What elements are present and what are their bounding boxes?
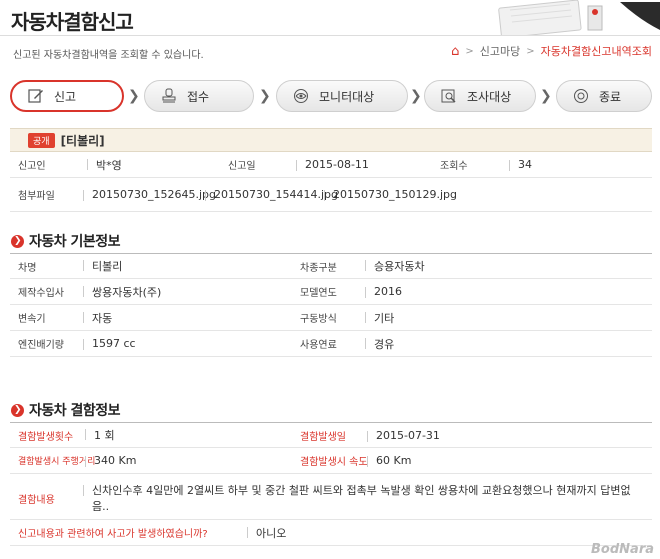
step-monitor[interactable]: 모니터대상 <box>276 80 408 112</box>
field-label: 제작수입사 <box>18 288 64 299</box>
field-value: 경유 <box>364 337 395 351</box>
power-icon <box>571 86 591 106</box>
field-value: 승용자동차 <box>365 260 425 273</box>
post-meta-row: 신고인 박*영 신고일 2015-08-11 조회수 34 <box>10 152 652 178</box>
field-label: 사용연료 <box>300 340 337 351</box>
field-label: 결함발생시 속도 <box>300 457 368 468</box>
info-row: 차명 티볼리 차종구분 승용자동차 <box>10 253 652 279</box>
public-badge: 공개 <box>28 132 55 148</box>
breadcrumb: ⌂ > 신고마당 > 자동차결함신고내역조회 <box>451 43 652 59</box>
monitor-icon <box>291 86 311 106</box>
step-label: 종료 <box>599 89 622 104</box>
accident-row: 신고내용과 관련하여 사고가 발생하였습니까? 아니오 <box>10 520 652 546</box>
field-label: 차종구분 <box>300 262 337 274</box>
chevron-right-icon: ❯ <box>128 88 140 104</box>
field-label: 결함내용 <box>18 495 55 506</box>
field-label: 결함발생횟수 <box>18 431 74 443</box>
page-title: 자동차결함신고 <box>11 10 134 34</box>
step-label: 모니터대상 <box>319 89 375 104</box>
field-label: 결함발생일 <box>300 431 346 443</box>
reporter-label: 신고인 <box>18 161 46 172</box>
field-label: 결함발생시 주행거리 <box>18 457 96 467</box>
date-label: 신고일 <box>228 161 256 172</box>
step-receipt[interactable]: 접수 <box>144 80 254 112</box>
page-subtitle: 신고된 자동차결함내역을 조회할 수 있습니다. <box>13 50 204 61</box>
field-label: 구동방식 <box>300 314 337 325</box>
field-value: 1597 cc <box>83 337 136 350</box>
field-label: 차명 <box>18 262 37 274</box>
chevron-right-icon: ❯ <box>11 403 24 417</box>
breadcrumb-item[interactable]: 신고마당 <box>480 43 520 59</box>
title-divider <box>0 35 660 36</box>
step-label: 접수 <box>187 89 210 104</box>
attachment-link[interactable]: 20150730_150129.jpg <box>324 188 457 201</box>
field-label: 신고내용과 관련하여 사고가 발생하였습니까? <box>18 529 208 540</box>
chevron-right-icon: ❯ <box>540 88 552 104</box>
pencil-icon <box>26 86 46 106</box>
header-illustration <box>498 0 660 36</box>
chevron-right-icon: > <box>526 45 535 57</box>
step-label: 신고 <box>54 89 77 104</box>
field-value: 2016 <box>365 285 402 298</box>
info-row: 제작수입사 쌍용자동차(주) 모델연도 2016 <box>10 279 652 305</box>
reporter-value: 박*영 <box>87 158 122 172</box>
chevron-right-icon: ❯ <box>259 88 271 104</box>
search-doc-icon <box>439 86 459 106</box>
attachment-label: 첨부파일 <box>18 191 55 202</box>
field-label: 모델연도 <box>300 288 337 299</box>
field-value: 60 Km <box>366 454 412 467</box>
field-value: 340 Km <box>84 454 137 467</box>
defect-row: 결함발생시 주행거리 340 Km 결함발생시 속도 60 Km <box>10 448 652 474</box>
defect-row: 결함발생횟수 1 회 결함발생일 2015-07-31 <box>10 422 652 448</box>
defect-content: 신차인수후 4일만에 2열씨트 하부 및 중간 철판 씨트와 접촉부 녹발생 확… <box>83 483 644 515</box>
chevron-right-icon: > <box>465 45 474 57</box>
breadcrumb-current[interactable]: 자동차결함신고내역조회 <box>541 43 652 59</box>
chevron-right-icon: ❯ <box>410 88 422 104</box>
chevron-right-icon: ❯ <box>11 234 24 248</box>
field-value: 자동 <box>82 311 113 325</box>
info-row: 엔진배기량 1597 cc 사용연료 경유 <box>10 331 652 357</box>
section-title-basic: ❯ 자동차 기본정보 <box>11 231 121 251</box>
step-label: 조사대상 <box>467 89 512 104</box>
post-header: 공개 [티볼리] <box>10 128 652 152</box>
field-value: 2015-07-31 <box>367 428 440 442</box>
field-label: 변속기 <box>18 314 46 325</box>
attachment-link[interactable]: 20150730_154414.jpg <box>205 188 338 201</box>
section-title-defect: ❯ 자동차 결함정보 <box>11 400 121 420</box>
views-value: 34 <box>509 158 532 171</box>
info-row: 변속기 자동 구동방식 기타 <box>10 305 652 331</box>
home-icon[interactable]: ⌂ <box>451 44 459 59</box>
step-report[interactable]: 신고 <box>10 80 124 112</box>
field-value: 쌍용자동차(주) <box>82 285 162 299</box>
post-title: [티볼리] <box>60 133 105 148</box>
process-steps: 신고 ❯ 접수 ❯ 모니터대상 ❯ 조사대상 ❯ 종료 <box>10 80 652 114</box>
field-value: 아니오 <box>246 526 287 540</box>
attachment-row: 첨부파일 20150730_152645.jpg 20150730_154414… <box>10 178 652 212</box>
stamp-icon <box>159 86 179 106</box>
date-value: 2015-08-11 <box>296 158 369 171</box>
step-investigation[interactable]: 조사대상 <box>424 80 536 112</box>
field-value: 기타 <box>364 311 395 325</box>
field-value: 티볼리 <box>82 260 123 273</box>
watermark: BodNara <box>591 542 654 557</box>
field-value: 1 회 <box>85 429 115 442</box>
defect-content-row: 결함내용 신차인수후 4일만에 2열씨트 하부 및 중간 철판 씨트와 접촉부 … <box>10 474 652 520</box>
attachment-link[interactable]: 20150730_152645.jpg <box>83 188 216 201</box>
field-label: 엔진배기량 <box>18 340 64 351</box>
views-label: 조회수 <box>440 161 468 172</box>
step-closed[interactable]: 종료 <box>556 80 652 112</box>
